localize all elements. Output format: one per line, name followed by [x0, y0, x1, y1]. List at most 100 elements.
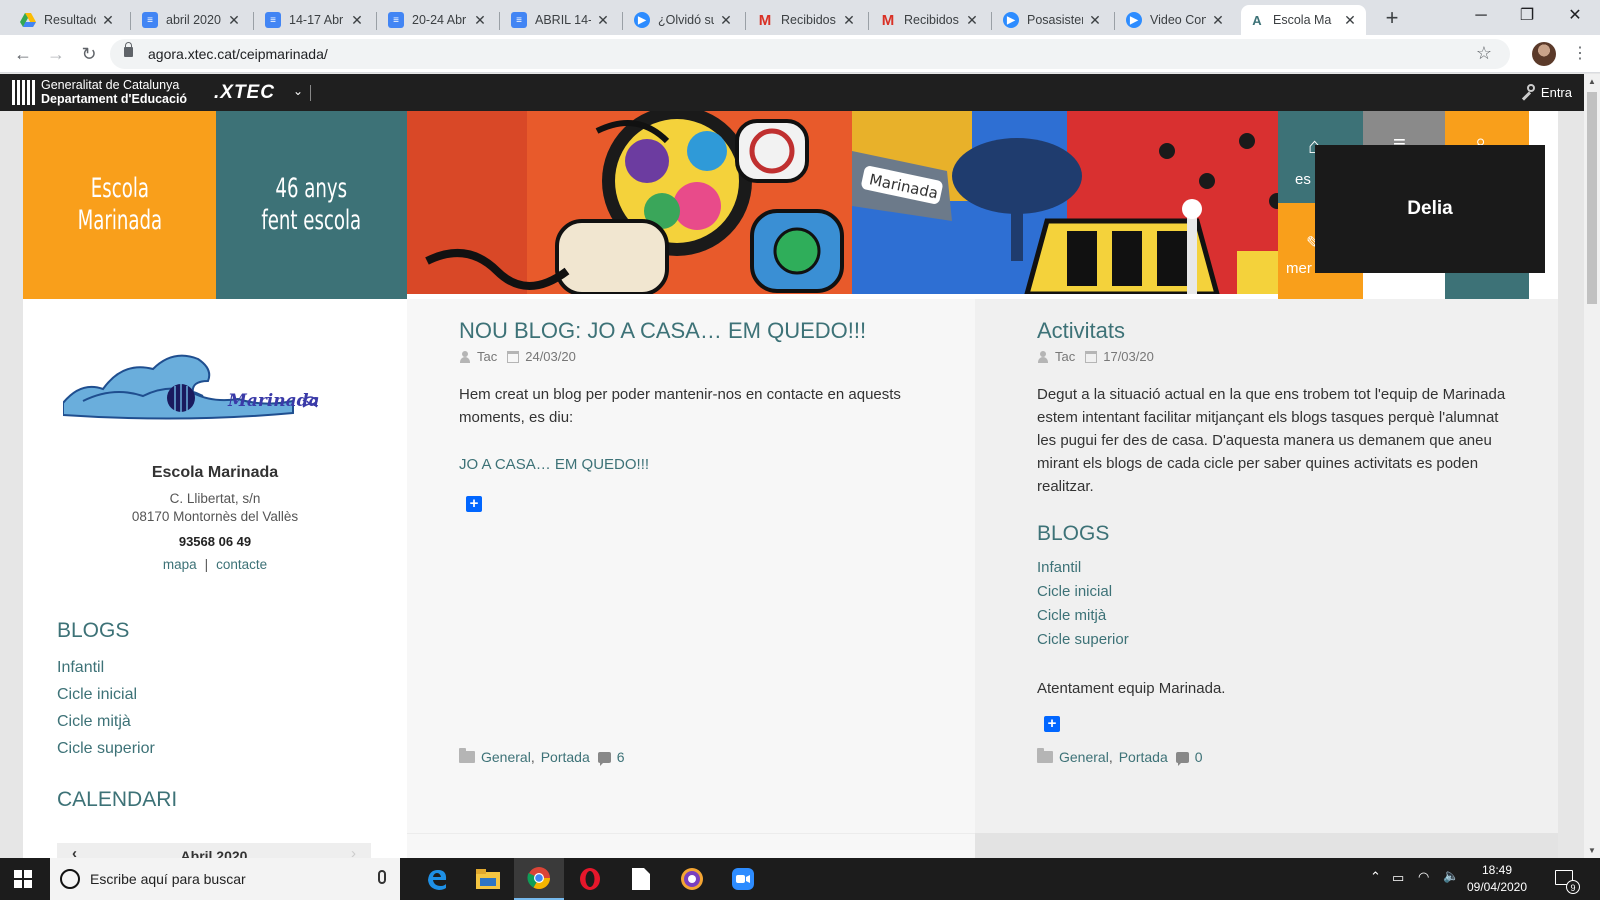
post1-category-general[interactable]: General	[481, 749, 531, 765]
post1-blog-link[interactable]: JO A CASA… EM QUEDO!!!	[459, 456, 649, 473]
browser-tab[interactable]: ▶ ¿Olvidó su ✕	[626, 5, 742, 35]
reload-button[interactable]: ↻	[76, 41, 102, 67]
share-plus-icon[interactable]: +	[466, 496, 482, 512]
close-icon[interactable]: ✕	[595, 12, 611, 29]
post2-comment-count[interactable]: 0	[1195, 749, 1203, 765]
browser-tab[interactable]: ≡ 20-24 Abr ✕	[380, 5, 496, 35]
post2-author[interactable]: Tac	[1055, 349, 1075, 364]
post1-category-portada[interactable]: Portada	[541, 749, 590, 765]
xtec-logo[interactable]: .XTEC	[214, 82, 275, 104]
post2-category-portada[interactable]: Portada	[1119, 749, 1168, 765]
close-icon[interactable]: ✕	[100, 12, 116, 29]
close-icon[interactable]: ✕	[841, 12, 857, 29]
close-icon[interactable]: ✕	[349, 12, 365, 29]
scroll-down-arrow-icon[interactable]: ▼	[1588, 846, 1596, 855]
post2-blog-infantil[interactable]: Infantil	[1037, 559, 1081, 576]
close-icon[interactable]: ✕	[226, 12, 242, 29]
post2-category-general[interactable]: General	[1059, 749, 1109, 765]
scroll-thumb[interactable]	[1587, 92, 1597, 304]
close-icon[interactable]: ✕	[964, 12, 980, 29]
zoom-icon[interactable]	[718, 858, 768, 900]
post2-blog-cicle-mitja[interactable]: Cicle mitjà	[1037, 607, 1106, 624]
close-icon[interactable]: ✕	[1210, 12, 1226, 29]
school-title-tile[interactable]: Escola Marinada	[23, 111, 216, 299]
url-text[interactable]: agora.xtec.cat/ceipmarinada/	[148, 46, 328, 62]
bookmark-star-icon[interactable]: ☆	[1476, 43, 1492, 64]
browser-tab[interactable]: ▶ Video Con ✕	[1118, 5, 1234, 35]
edge-icon[interactable]	[412, 858, 462, 900]
minimize-button[interactable]: ─	[1458, 0, 1504, 32]
document-icon[interactable]	[616, 858, 666, 900]
browser-tab[interactable]: ≡ abril 2020 ✕	[134, 5, 250, 35]
file-explorer-icon[interactable]	[463, 858, 513, 900]
nav-home-label: es	[1295, 171, 1311, 188]
post2-body-line: Degut a la situació actual en la que ens…	[1037, 386, 1506, 403]
school-logo[interactable]: Marinada	[62, 341, 328, 431]
google-drive-icon	[20, 12, 36, 28]
sidebar-blog-cicle-mitja[interactable]: Cicle mitjà	[57, 713, 131, 731]
sidebar-blog-infantil[interactable]: Infantil	[57, 659, 104, 677]
browser-tab[interactable]: M Recibidos ✕	[749, 5, 865, 35]
scroll-up-arrow-icon[interactable]: ▲	[1588, 77, 1596, 86]
browser-tab[interactable]: Resultado ✕	[12, 5, 124, 35]
generalitat-link[interactable]: Generalitat de Catalunya Departament d'E…	[41, 78, 187, 106]
svg-text:Marinada: Marinada	[227, 391, 320, 411]
microphone-icon[interactable]	[378, 870, 386, 884]
chrome-icon[interactable]	[514, 858, 564, 900]
folder-icon	[459, 748, 475, 763]
taskbar-search-box[interactable]: Escribe aquí para buscar	[50, 858, 400, 900]
chevron-down-icon[interactable]: ⌄	[293, 84, 303, 98]
close-icon[interactable]: ✕	[472, 12, 488, 29]
battery-icon[interactable]: ▭	[1392, 870, 1404, 886]
taskbar-search-placeholder[interactable]: Escribe aquí para buscar	[90, 871, 246, 887]
close-icon[interactable]: ✕	[1087, 12, 1103, 29]
show-hidden-icons-chevron-icon[interactable]: ⌃	[1370, 869, 1381, 885]
marinada-logo-icon: Marinada	[62, 354, 320, 420]
generalitat-logo-icon[interactable]	[12, 80, 36, 105]
tab-title: Video Con	[1150, 13, 1206, 27]
calendar-next-button[interactable]: ›	[351, 845, 356, 858]
wifi-icon[interactable]: ◠	[1418, 869, 1429, 885]
sidebar-blog-cicle-inicial[interactable]: Cicle inicial	[57, 686, 137, 704]
lock-icon[interactable]	[124, 42, 133, 57]
more-menu-icon[interactable]: ⋮	[1572, 43, 1588, 63]
close-window-button[interactable]: ✕	[1552, 0, 1598, 32]
post1-author[interactable]: Tac	[477, 349, 497, 364]
browser-tab[interactable]: ≡ 14-17 Abr ✕	[257, 5, 373, 35]
browser-tab-strip: Resultado ✕ ≡ abril 2020 ✕ ≡ 14-17 Abr ✕…	[0, 0, 1600, 35]
windows-start-icon[interactable]	[14, 870, 32, 888]
volume-icon[interactable]: 🔈	[1443, 868, 1459, 884]
browser-tab[interactable]: M Recibidos ✕	[872, 5, 988, 35]
back-button[interactable]: ←	[10, 41, 36, 67]
windows-taskbar: Escribe aquí para buscar ⌃ ▭ ◠ 🔈 18:49 0…	[0, 858, 1600, 900]
post2-blog-cicle-inicial[interactable]: Cicle inicial	[1037, 583, 1112, 600]
opera-icon[interactable]	[565, 858, 615, 900]
post1-title[interactable]: NOU BLOG: JO A CASA… EM QUEDO!!!	[459, 318, 866, 344]
post2-blog-cicle-superior[interactable]: Cicle superior	[1037, 631, 1129, 648]
login-link[interactable]: Entra	[1519, 84, 1572, 100]
share-plus-icon[interactable]: +	[1044, 716, 1060, 732]
url-input[interactable]: agora.xtec.cat/ceipmarinada/ ☆	[110, 39, 1510, 69]
post2-title[interactable]: Activitats	[1037, 318, 1125, 344]
forward-button[interactable]: →	[43, 41, 69, 67]
contact-link[interactable]: contacte	[216, 557, 267, 572]
browser-tab-active[interactable]: A Escola Ma ✕	[1241, 5, 1366, 35]
sidebar-blog-cicle-superior[interactable]: Cicle superior	[57, 740, 155, 758]
post1-comment-count[interactable]: 6	[617, 749, 625, 765]
new-tab-button[interactable]: +	[1378, 5, 1406, 33]
post2-meta: Tac 17/03/20	[1037, 349, 1154, 364]
browser-tab[interactable]: ▶ Posasisten ✕	[995, 5, 1111, 35]
map-link[interactable]: mapa	[163, 557, 197, 572]
profile-avatar[interactable]	[1532, 42, 1556, 66]
browser-tab[interactable]: ≡ ABRIL 14- ✕	[503, 5, 619, 35]
page-scrollbar[interactable]: ▲ ▼	[1584, 74, 1600, 858]
cortana-icon[interactable]	[60, 869, 80, 889]
video-participant-popup[interactable]: Delia	[1315, 145, 1545, 273]
system-clock[interactable]: 18:49 09/04/2020	[1462, 862, 1532, 896]
maximize-button[interactable]: ❐	[1504, 0, 1550, 32]
brave-browser-icon[interactable]	[667, 858, 717, 900]
close-icon[interactable]: ✕	[1342, 12, 1358, 29]
close-icon[interactable]: ✕	[718, 12, 734, 29]
user-icon	[459, 350, 471, 363]
google-docs-icon: ≡	[142, 12, 158, 28]
